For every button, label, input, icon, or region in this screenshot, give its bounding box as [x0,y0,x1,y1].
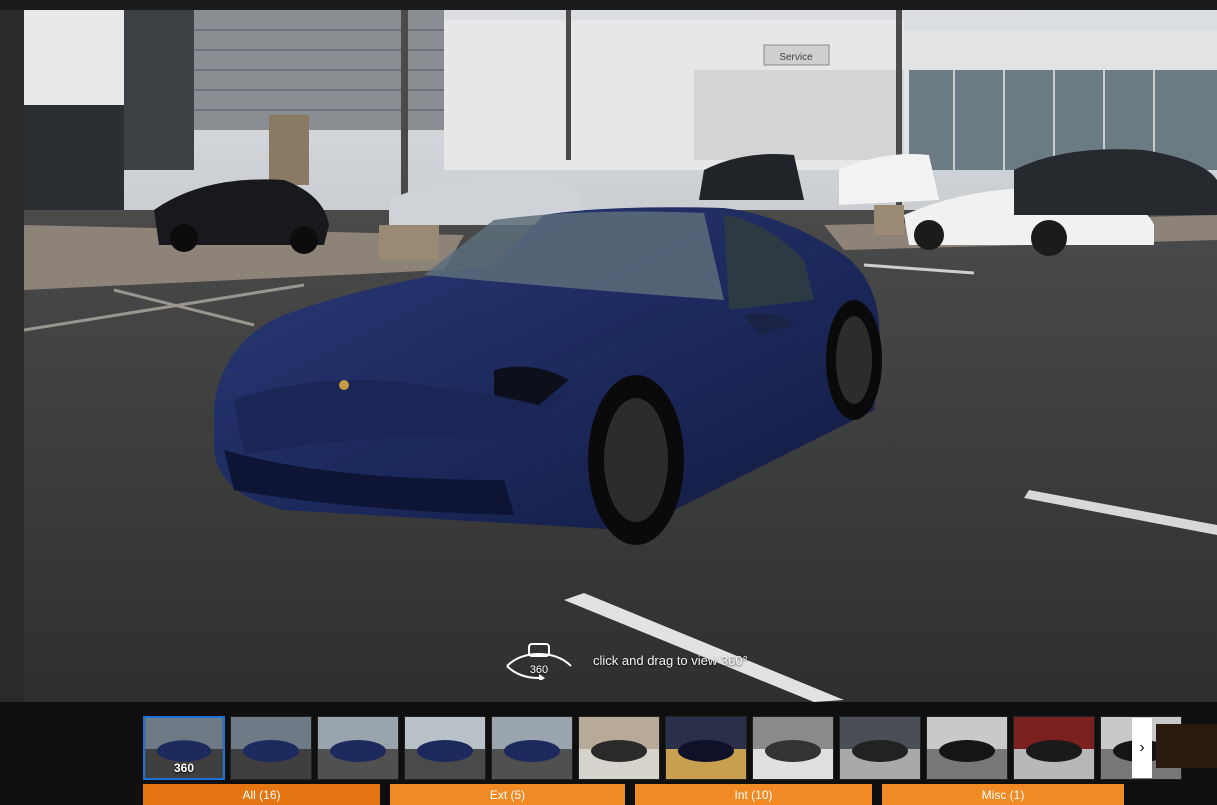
thumbnail-5[interactable] [491,716,573,780]
thumbnail-3[interactable] [317,716,399,780]
360-viewer[interactable]: Service 360 click and drag to view 360° [24,10,1217,702]
tab-all[interactable]: All (16) [143,784,380,805]
thumbnail-10[interactable] [926,716,1008,780]
category-tabs: All (16) Ext (5) Int (10) Misc (1) [143,784,1124,805]
thumbnail-label: 360 [173,761,195,775]
thumbnail-image [492,717,572,779]
tab-misc[interactable]: Misc (1) [882,784,1124,805]
thumbnail-2[interactable] [230,716,312,780]
svg-text:360: 360 [530,664,548,676]
thumbnail-9[interactable] [839,716,921,780]
top-bar [0,0,1217,10]
thumbnail-image [405,717,485,779]
tab-int[interactable]: Int (10) [635,784,872,805]
thumbnail-image [1014,717,1094,779]
car-360-image: Service [24,10,1217,702]
next-thumbnails-button[interactable]: › [1132,718,1152,778]
service-sign: Service [779,52,813,63]
thumbnail-image [753,717,833,779]
thumbnail-image [927,717,1007,779]
tab-ext[interactable]: Ext (5) [390,784,625,805]
thumbnail-strip: 360 [143,716,1182,780]
thumbnail-7[interactable] [665,716,747,780]
drag-hint: 360 click and drag to view 360° [499,640,748,680]
thumbnail-8[interactable] [752,716,834,780]
thumbnail-11[interactable] [1013,716,1095,780]
drag-hint-text: click and drag to view 360° [593,652,748,668]
thumbnail-strip-overflow [1156,724,1217,768]
left-edge [0,10,24,702]
thumbnail-6[interactable] [578,716,660,780]
thumbnail-image [840,717,920,779]
360-rotate-icon: 360 [506,643,572,680]
thumbnail-image [318,717,398,779]
thumbnail-image [231,717,311,779]
thumbnail-image [579,717,659,779]
thumbnail-image [666,717,746,779]
thumbnail-1[interactable]: 360 [143,716,225,780]
vehicle-gallery: Service 360 click and drag to view 360° … [0,0,1217,805]
thumbnail-4[interactable] [404,716,486,780]
